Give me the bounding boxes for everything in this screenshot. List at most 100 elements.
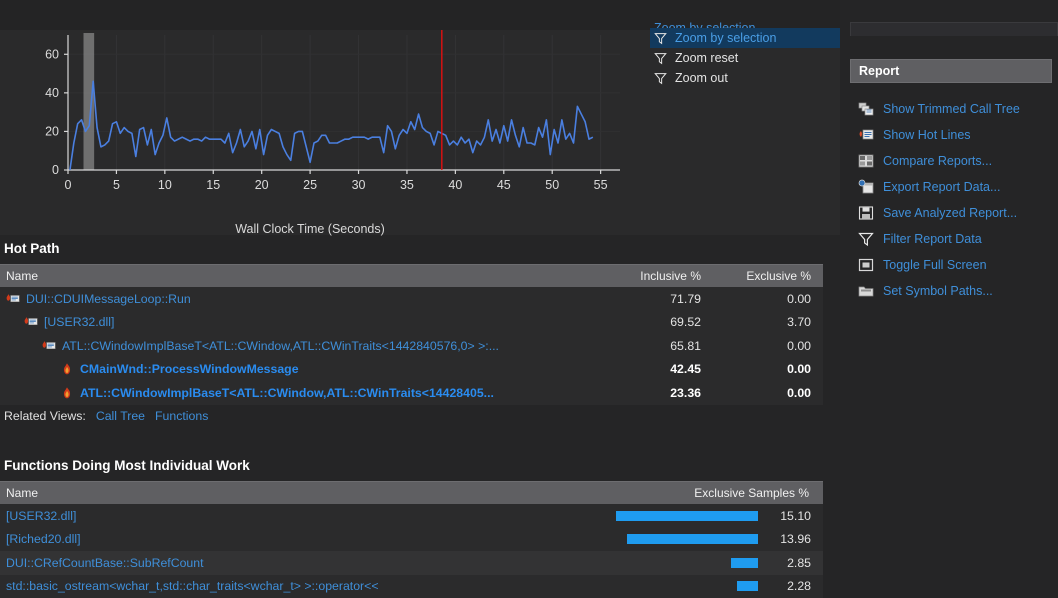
zoom-by-selection-label: Zoom by selection: [675, 31, 777, 45]
functions-work-row-name[interactable]: std::basic_ostream<wchar_t,std::char_tra…: [0, 579, 581, 593]
report-action-list[interactable]: Show Trimmed Call Tree Show Hot Lines Co…: [850, 96, 1058, 304]
hot-path-row-exclusive: 0.00: [787, 362, 811, 377]
hot-path-row-exclusive: 0.00: [787, 291, 811, 306]
svg-text:60: 60: [45, 47, 59, 61]
window-flame-icon: [24, 317, 38, 326]
export-report-data-action[interactable]: Export Report Data...: [850, 174, 1058, 200]
related-views-label: Related Views:: [4, 409, 86, 423]
functions-work-row-bar-cell: [581, 510, 761, 521]
functions-work-bar: [616, 510, 758, 521]
hot-path-row-name: DUI::CDUIMessageLoop::Run: [26, 291, 191, 306]
svg-text:0: 0: [65, 178, 72, 192]
show-hot-lines-action[interactable]: Show Hot Lines: [850, 122, 1058, 148]
hot-path-row-inclusive: 23.36: [670, 385, 701, 400]
folder-icon: [858, 286, 874, 297]
hot-path-row[interactable]: [USER32.dll] 69.52 3.70: [0, 310, 823, 334]
set-symbol-paths-label: Set Symbol Paths...: [883, 284, 993, 298]
functions-work-row-name[interactable]: [Riched20.dll]: [0, 532, 581, 546]
zoom-out-label: Zoom out: [675, 71, 728, 85]
hot-path-row-name: ATL::CWindowImplBaseT<ATL::CWindow,ATL::…: [62, 338, 499, 353]
fullscreen-icon: [858, 258, 874, 272]
hot-path-col-exclusive[interactable]: Exclusive %: [713, 269, 823, 283]
filter-report-data-action[interactable]: Filter Report Data: [850, 226, 1058, 252]
functions-work-bar: [731, 557, 758, 568]
show-hot-lines-label: Show Hot Lines: [883, 128, 971, 142]
hot-path-row-name-cell[interactable]: ATL::CWindowImplBaseT<ATL::CWindow,ATL::…: [0, 339, 603, 353]
related-views-bar: Related Views: Call Tree Functions: [4, 409, 208, 423]
flame-icon: [63, 363, 71, 375]
functions-work-row[interactable]: DUI::CRefCountBase::SubRefCount 2.85: [0, 551, 823, 575]
zoom-by-selection-item[interactable]: Zoom by selection: [650, 28, 840, 48]
functions-work-table-header: Name Exclusive Samples %: [0, 481, 823, 504]
functions-work-row-name[interactable]: DUI::CRefCountBase::SubRefCount: [0, 556, 581, 570]
report-pane-top-strip: [850, 22, 1058, 36]
hot-path-col-inclusive[interactable]: Inclusive %: [603, 269, 713, 283]
save-analyzed-report-label: Save Analyzed Report...: [883, 206, 1018, 220]
svg-text:40: 40: [448, 178, 462, 192]
svg-text:55: 55: [594, 178, 608, 192]
export-report-data-label: Export Report Data...: [883, 180, 1001, 194]
hot-path-row-inclusive: 65.81: [670, 338, 701, 353]
set-symbol-paths-action[interactable]: Set Symbol Paths...: [850, 278, 1058, 304]
window-flame-icon: [42, 340, 56, 349]
svg-text:0: 0: [52, 163, 59, 177]
related-view-functions[interactable]: Functions: [155, 409, 208, 423]
funnel-icon: [654, 52, 667, 64]
hot-path-table-header: Name Inclusive % Exclusive %: [0, 264, 823, 287]
svg-text:35: 35: [400, 178, 414, 192]
zoom-reset-item[interactable]: Zoom reset: [650, 48, 840, 68]
zoom-context-menu[interactable]: Zoom by selection Zoom by selection Zoom…: [650, 21, 840, 88]
hot-path-row-name-cell[interactable]: ATL::CWindowImplBaseT<ATL::CWindow,ATL::…: [0, 386, 603, 400]
hot-path-row-exclusive: 3.70: [787, 315, 811, 330]
functions-work-row-value: 15.10: [780, 508, 811, 523]
functions-work-row[interactable]: std::basic_ostream<wchar_t,std::char_tra…: [0, 574, 823, 598]
functions-work-row-bar-cell: [581, 534, 761, 545]
hot-path-row[interactable]: ATL::CWindowImplBaseT<ATL::CWindow,ATL::…: [0, 334, 823, 358]
toggle-full-screen-label: Toggle Full Screen: [883, 258, 987, 272]
functions-work-bar: [626, 534, 758, 545]
functions-work-row[interactable]: [Riched20.dll] 13.96: [0, 527, 823, 551]
functions-work-bar: [736, 581, 758, 592]
svg-text:25: 25: [303, 178, 317, 192]
functions-work-col-name[interactable]: Name: [0, 486, 673, 500]
zoom-menu-clipped-label: Zoom by selection: [654, 21, 756, 28]
functions-work-col-value[interactable]: Exclusive Samples %: [673, 486, 823, 500]
hot-path-row[interactable]: ATL::CWindowImplBaseT<ATL::CWindow,ATL::…: [0, 381, 823, 405]
zoom-menu-clipped-row: Zoom by selection: [650, 18, 800, 28]
hot-lines-icon: [859, 129, 874, 140]
functions-work-table: Name Exclusive Samples % [USER32.dll] 15.…: [0, 481, 823, 598]
chart-x-axis-label: Wall Clock Time (Seconds): [235, 222, 385, 236]
svg-text:30: 30: [352, 178, 366, 192]
svg-text:15: 15: [206, 178, 220, 192]
filter-report-data-label: Filter Report Data: [883, 232, 982, 246]
show-trimmed-call-tree-action[interactable]: Show Trimmed Call Tree: [850, 96, 1058, 122]
hot-path-row[interactable]: DUI::CDUIMessageLoop::Run 71.79 0.00: [0, 287, 823, 311]
compare-reports-action[interactable]: Compare Reports...: [850, 148, 1058, 174]
hot-path-row-inclusive: 71.79: [670, 291, 701, 306]
zoom-reset-label: Zoom reset: [675, 51, 739, 65]
hot-path-row-name-cell[interactable]: CMainWnd::ProcessWindowMessage: [0, 362, 603, 376]
hot-path-title: Hot Path: [4, 241, 60, 256]
export-icon: [858, 179, 874, 194]
hot-path-row-name-cell[interactable]: [USER32.dll]: [0, 315, 603, 329]
functions-work-title: Functions Doing Most Individual Work: [4, 458, 250, 473]
report-pane-header: Report: [850, 59, 1052, 83]
save-analyzed-report-action[interactable]: Save Analyzed Report...: [850, 200, 1058, 226]
svg-text:20: 20: [45, 124, 59, 138]
svg-text:20: 20: [255, 178, 269, 192]
functions-work-row[interactable]: [USER32.dll] 15.10: [0, 504, 823, 528]
functions-work-row-name[interactable]: [USER32.dll]: [0, 509, 581, 523]
toggle-full-screen-action[interactable]: Toggle Full Screen: [850, 252, 1058, 278]
save-disk-icon: [858, 206, 874, 220]
related-view-call-tree[interactable]: Call Tree: [96, 409, 145, 423]
svg-text:10: 10: [158, 178, 172, 192]
hot-path-row-name-cell[interactable]: DUI::CDUIMessageLoop::Run: [0, 292, 603, 306]
hot-path-row[interactable]: CMainWnd::ProcessWindowMessage 42.45 0.00: [0, 357, 823, 381]
functions-work-row-bar-cell: [581, 557, 761, 568]
functions-work-row-bar-cell: [581, 581, 761, 592]
hot-path-col-name[interactable]: Name: [0, 269, 603, 283]
hot-path-row-inclusive: 69.52: [670, 315, 701, 330]
hot-path-row-name: [USER32.dll]: [44, 315, 115, 330]
zoom-out-item[interactable]: Zoom out: [650, 68, 840, 88]
hot-path-row-inclusive: 42.45: [670, 362, 701, 377]
